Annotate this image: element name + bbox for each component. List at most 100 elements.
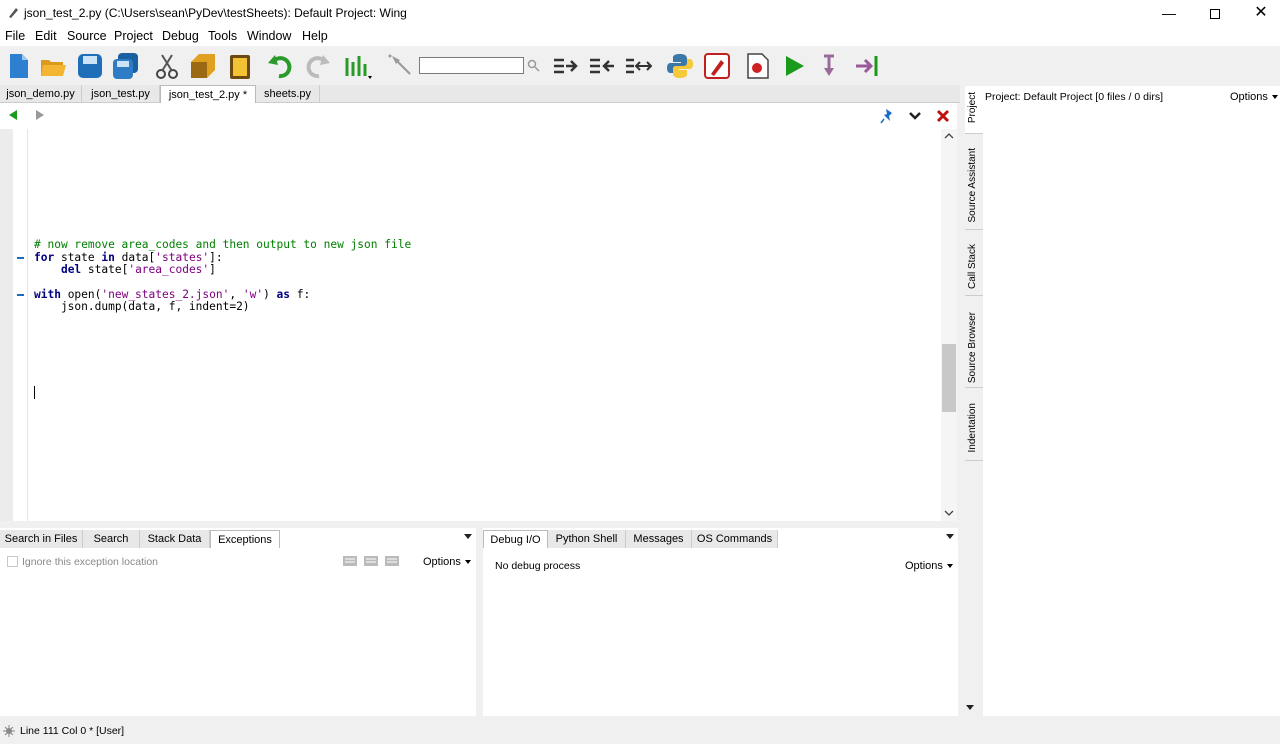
exception-layout-icon[interactable] — [343, 556, 357, 566]
code-token: ) — [263, 288, 277, 301]
close-editor-icon[interactable] — [936, 109, 950, 123]
menu-tools[interactable]: Tools — [208, 29, 237, 43]
tab-search-in-files[interactable]: Search in Files — [0, 530, 83, 548]
pointer-search-icon[interactable] — [386, 52, 414, 80]
panel-menu-icon[interactable] — [966, 705, 974, 710]
scroll-down-icon[interactable] — [943, 509, 955, 517]
vtab-label: Indentation — [967, 403, 978, 453]
bug-icon — [3, 725, 15, 737]
menu-source[interactable]: Source — [67, 29, 107, 43]
code-editor[interactable] — [0, 129, 957, 521]
vtab-label: Project — [967, 92, 978, 124]
new-file-icon[interactable] — [5, 52, 33, 80]
editor-scrollbar[interactable] — [941, 129, 957, 521]
pin-icon[interactable] — [880, 108, 896, 124]
menu-help[interactable]: Help — [302, 29, 328, 43]
indent-toggle-icon[interactable] — [624, 52, 652, 80]
ignore-exception-label: Ignore this exception location — [22, 556, 159, 568]
vtab-source-browser[interactable]: Source Browser — [965, 306, 983, 388]
debug-status-text: No debug process — [495, 560, 581, 572]
code-token: json.dump(data, f, indent=2) — [34, 300, 250, 313]
forward-arrow-icon[interactable] — [34, 109, 46, 121]
tab-json-demo[interactable]: json_demo.py — [0, 85, 82, 103]
options-label: Options — [1230, 91, 1268, 103]
vtab-label: Source Browser — [967, 312, 978, 384]
project-label: Project: Default Project [0 files / 0 di… — [985, 91, 1163, 103]
tab-search[interactable]: Search — [83, 530, 140, 548]
debug-settings-icon[interactable] — [703, 52, 731, 80]
menu-debug[interactable]: Debug — [162, 29, 199, 43]
step-into-icon[interactable] — [816, 52, 844, 80]
tab-os-commands[interactable]: OS Commands — [692, 530, 778, 548]
vtab-project[interactable]: Project — [965, 86, 983, 134]
tab-json-test[interactable]: json_test.py — [82, 85, 160, 103]
undo-icon[interactable] — [267, 52, 295, 80]
exception-layout-icon[interactable] — [364, 556, 378, 566]
fold-marker[interactable] — [17, 294, 24, 296]
copy-icon[interactable] — [189, 52, 217, 80]
options-label: Options — [905, 560, 943, 572]
tab-exceptions[interactable]: Exceptions — [210, 530, 280, 548]
tab-sheets[interactable]: sheets.py — [256, 85, 320, 103]
debug-options-menu[interactable]: Options — [905, 560, 953, 572]
panel-menu-icon[interactable] — [464, 534, 472, 539]
indent-right-icon[interactable] — [552, 52, 580, 80]
window-title: json_test_2.py (C:\Users\sean\PyDev\test… — [24, 6, 407, 20]
code-token: ] — [209, 263, 216, 276]
menu-file[interactable]: File — [5, 29, 25, 43]
status-bar — [0, 716, 1280, 744]
line-gutter — [0, 129, 13, 521]
tab-debug-io[interactable]: Debug I/O — [483, 530, 548, 548]
back-arrow-icon[interactable] — [7, 109, 19, 121]
vtab-call-stack[interactable]: Call Stack — [965, 238, 983, 296]
code-token: del — [60, 263, 82, 276]
menu-edit[interactable]: Edit — [35, 29, 57, 43]
run-to-cursor-icon[interactable] — [853, 52, 881, 80]
project-panel — [983, 86, 1280, 716]
paste-icon[interactable] — [226, 52, 254, 80]
tab-stack-data[interactable]: Stack Data — [140, 530, 210, 548]
dropdown-arrow-icon — [464, 560, 471, 565]
project-options-menu[interactable]: Options — [1230, 91, 1278, 103]
options-label: Options — [423, 556, 461, 568]
text-cursor — [34, 386, 35, 399]
python-icon[interactable] — [666, 52, 694, 80]
toolbar-search-input[interactable] — [419, 57, 524, 74]
breakpoint-icon[interactable] — [744, 52, 772, 80]
tab-python-shell[interactable]: Python Shell — [548, 530, 626, 548]
chevron-down-icon[interactable] — [908, 110, 922, 122]
exceptions-options-menu[interactable]: Options — [423, 556, 471, 568]
ignore-exception-checkbox[interactable] — [7, 556, 18, 567]
vtab-source-assistant[interactable]: Source Assistant — [965, 142, 983, 230]
panel-menu-icon[interactable] — [946, 534, 954, 539]
scroll-up-icon[interactable] — [943, 132, 955, 140]
indent-left-icon[interactable] — [588, 52, 616, 80]
indent-guide-icon[interactable] — [344, 52, 372, 80]
close-window-button[interactable]: ✕ — [1238, 0, 1280, 26]
minimize-button[interactable]: — — [1146, 0, 1192, 26]
save-icon[interactable] — [76, 52, 104, 80]
code-token: f: — [290, 288, 311, 301]
run-icon[interactable] — [780, 52, 808, 80]
tools-panel-right — [483, 528, 958, 716]
code-token: state[ — [81, 263, 129, 276]
maximize-button[interactable] — [1192, 0, 1238, 26]
code-comment-line: # now remove area_codes and then output … — [34, 238, 412, 251]
search-icon[interactable] — [527, 59, 540, 72]
dropdown-arrow-icon — [1271, 95, 1278, 100]
menu-window[interactable]: Window — [247, 29, 291, 43]
cut-icon[interactable] — [153, 52, 181, 80]
vtab-label: Source Assistant — [967, 148, 978, 223]
menu-project[interactable]: Project — [114, 29, 153, 43]
exception-layout-icon[interactable] — [385, 556, 399, 566]
save-all-icon[interactable] — [112, 52, 140, 80]
scrollbar-thumb[interactable] — [942, 344, 956, 412]
tab-messages[interactable]: Messages — [626, 530, 692, 548]
redo-icon[interactable] — [303, 52, 331, 80]
vtab-indentation[interactable]: Indentation — [965, 397, 983, 461]
code-token: 'area_codes' — [128, 263, 210, 276]
fold-marker[interactable] — [17, 257, 24, 259]
open-folder-icon[interactable] — [39, 52, 67, 80]
tab-json-test-2[interactable]: json_test_2.py * — [160, 85, 256, 103]
